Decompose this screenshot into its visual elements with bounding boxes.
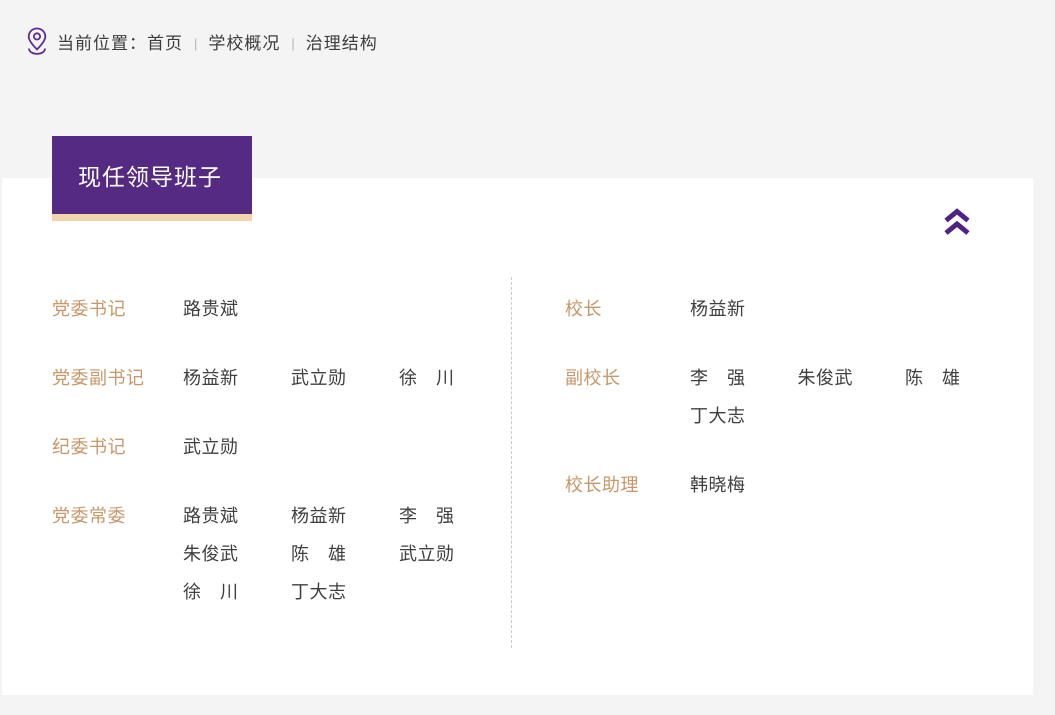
role-label: 校长助理: [565, 475, 639, 495]
leader-name: 徐 川: [399, 368, 455, 388]
title-underline-bar: [52, 214, 252, 221]
leadership-row: 校长助理 韩晓梅: [565, 476, 1011, 495]
leader-name: 朱俊武: [183, 544, 239, 564]
role-label: 党委常委: [52, 506, 126, 526]
leader-name: 武立勋: [291, 368, 347, 388]
role-label: 纪委书记: [52, 437, 126, 457]
role-label: 党委书记: [52, 299, 126, 319]
column-divider: [511, 277, 512, 648]
breadcrumb-location-label: 当前位置：: [57, 33, 147, 53]
section-title-tab: 现任领导班子: [52, 136, 252, 221]
leader-name: 丁大志: [291, 582, 347, 602]
breadcrumb-separator: |: [291, 35, 295, 51]
leader-name: 武立勋: [183, 437, 239, 457]
names-grid: 韩晓梅: [690, 476, 1013, 495]
leadership-row: 副校长 李 强 朱俊武 陈 雄丁大志: [565, 369, 1011, 426]
leader-name: 杨益新: [291, 506, 347, 526]
leader-name: 陈 雄: [291, 544, 347, 564]
names-grid: 路贵斌: [183, 300, 507, 319]
names-grid: 杨益新 武立勋 徐 川: [183, 369, 507, 388]
leader-name: 徐 川: [183, 582, 239, 602]
breadcrumb-link-0[interactable]: 首页: [147, 34, 183, 53]
collapse-section-button[interactable]: [938, 203, 976, 241]
leadership-right-column: 校长 杨益新副校长 李 强 朱俊武 陈 雄丁大志校长助理 韩晓梅: [565, 300, 1011, 545]
leader-name: 路贵斌: [183, 506, 239, 526]
leader-name: 杨益新: [690, 299, 746, 319]
names-grid: 武立勋: [183, 438, 507, 457]
breadcrumb-link-1[interactable]: 学校概况: [208, 34, 280, 53]
leader-name: 路贵斌: [183, 299, 239, 319]
location-pin-icon: [25, 27, 49, 56]
chevron-double-up-icon: [940, 207, 974, 238]
leader-name: 李 强: [690, 368, 746, 388]
section-title: 现任领导班子: [78, 164, 222, 190]
leader-name: 丁大志: [690, 406, 746, 426]
names-grid: 李 强 朱俊武 陈 雄丁大志: [690, 369, 1013, 426]
leader-name: 韩晓梅: [690, 475, 746, 495]
breadcrumb-separator: |: [194, 35, 198, 51]
leadership-row: 党委常委 路贵斌 杨益新 李 强朱俊武 陈 雄 武立勋徐 川 丁大志: [52, 507, 507, 602]
leadership-row: 党委书记 路贵斌: [52, 300, 507, 319]
leader-name: 朱俊武: [797, 368, 853, 388]
leadership-left-column: 党委书记 路贵斌 党委副书记 杨益新 武立勋徐 川纪委书记 武立勋 党委常委 路贵斌 杨益新李 …: [52, 300, 507, 652]
leader-name: 武立勋: [399, 544, 455, 564]
role-label: 党委副书记: [52, 368, 145, 388]
names-grid: 路贵斌 杨益新 李 强朱俊武 陈 雄 武立勋徐 川 丁大志: [183, 507, 507, 602]
leadership-row: 纪委书记 武立勋: [52, 438, 507, 457]
role-label: 校长: [565, 299, 602, 319]
breadcrumb: 当前位置： 首页 | 学校概况 | 治理结构: [25, 26, 378, 56]
leader-name: 杨益新: [183, 368, 239, 388]
names-grid: 杨益新: [690, 300, 1013, 319]
leader-name: 陈 雄: [905, 368, 961, 388]
role-label: 副校长: [565, 368, 621, 388]
leadership-row: 党委副书记 杨益新 武立勋 徐 川: [52, 369, 507, 388]
leader-name: 李 强: [399, 506, 455, 526]
breadcrumb-link-2[interactable]: 治理结构: [306, 34, 378, 53]
leadership-row: 校长 杨益新: [565, 300, 1011, 319]
